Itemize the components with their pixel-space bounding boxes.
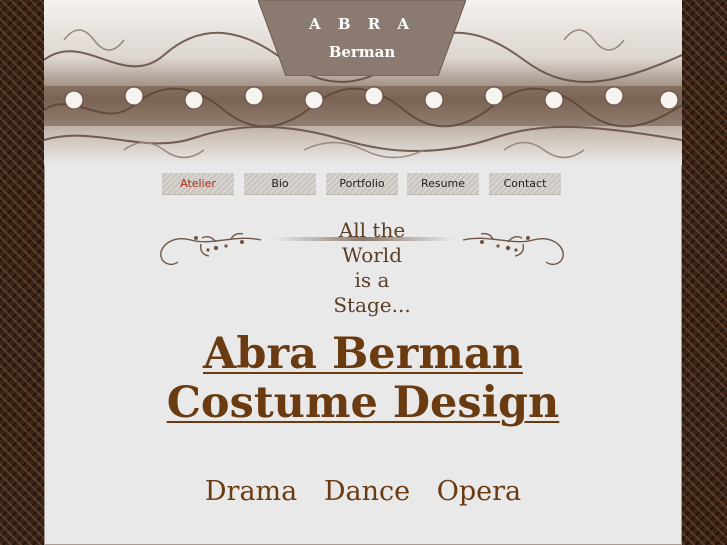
nav-item-resume[interactable]: Resume: [407, 173, 479, 195]
logo-last-name: Berman: [328, 43, 396, 61]
nav-item-atelier[interactable]: Atelier: [162, 173, 234, 195]
tagline-line-1: All the: [338, 218, 406, 242]
flourish-right-ornament: [462, 232, 564, 266]
nav-item-bio[interactable]: Bio: [244, 173, 316, 195]
flourish-left-ornament: [160, 232, 262, 266]
tagline-line-4: Stage...: [333, 293, 411, 317]
hero-title-link[interactable]: Abra Berman Costume Design: [44, 330, 682, 428]
hero-title-line-2: Costume Design: [166, 378, 560, 428]
discipline-dance: Dance: [323, 476, 411, 507]
hero-title-line-1: Abra Berman: [203, 329, 523, 379]
tagline: All the World is a Stage...: [312, 218, 432, 318]
site-logo[interactable]: A B R A Berman: [258, 0, 466, 76]
tagline-line-2: World: [342, 243, 402, 267]
logo-tab-shape: [258, 0, 466, 76]
tagline-line-3: is a: [354, 268, 390, 292]
nav-item-portfolio[interactable]: Portfolio: [326, 173, 398, 195]
nav-item-contact[interactable]: Contact: [489, 173, 561, 195]
discipline-opera: Opera: [436, 476, 522, 507]
main-navigation: Atelier Bio Portfolio Resume Contact: [162, 173, 562, 195]
page-panel: A B R A Berman Atelier Bio Portfolio Res…: [44, 0, 682, 545]
disciplines-list: Drama Dance Opera: [44, 476, 682, 507]
discipline-drama: Drama: [204, 476, 298, 507]
logo-first-name: A B R A: [308, 15, 416, 33]
